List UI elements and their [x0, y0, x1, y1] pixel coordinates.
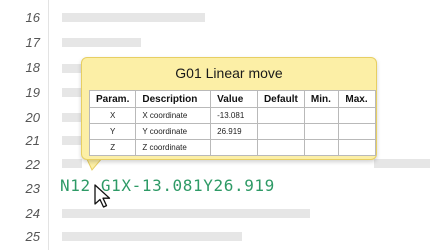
line-number: 23	[25, 181, 40, 196]
line-number: 20	[25, 110, 40, 125]
table-cell-min	[303, 139, 340, 156]
mouse-pointer-icon	[94, 184, 114, 212]
code-line-placeholder	[62, 159, 82, 168]
table-row: Y Y coordinate 26.919	[88, 123, 376, 140]
table-cell-description: Z coordinate	[135, 139, 212, 156]
gcode-tooltip: G01 Linear move Param. Description Value…	[81, 57, 377, 160]
table-cell-value	[210, 139, 258, 156]
table-header-row: Param. Description Value Default Min. Ma…	[88, 90, 376, 108]
line-number-gutter: 16 17 18 19 20 21 22 23 24 25	[0, 0, 48, 250]
table-cell-min	[303, 107, 340, 124]
column-header: Param.	[88, 90, 137, 108]
code-line-placeholder	[62, 113, 82, 122]
table-row: X X coordinate -13.081	[88, 107, 376, 124]
line-number: 16	[25, 10, 40, 25]
table-cell-description: Y coordinate	[135, 123, 212, 140]
column-header: Default	[256, 90, 305, 108]
code-line-placeholder	[62, 13, 205, 22]
table-cell-max	[338, 123, 376, 140]
code-line-placeholder	[374, 159, 430, 168]
column-header: Min.	[303, 90, 340, 108]
table-cell-min	[303, 123, 340, 140]
table-cell-param: Z	[88, 139, 137, 156]
column-header: Description	[135, 90, 212, 108]
line-number: 18	[25, 60, 40, 75]
table-cell-default	[256, 107, 305, 124]
column-header: Value	[210, 90, 258, 108]
table-row: Z Z coordinate	[88, 139, 376, 156]
table-cell-max	[338, 107, 376, 124]
code-line-placeholder	[62, 88, 82, 97]
code-line-placeholder	[62, 38, 141, 47]
line-number: 22	[25, 157, 40, 172]
code-line-placeholder	[62, 136, 82, 145]
line-number: 25	[25, 229, 40, 244]
table-cell-default	[256, 139, 305, 156]
parameters-table: Param. Description Value Default Min. Ma…	[88, 90, 376, 156]
table-cell-param: Y	[88, 123, 137, 140]
table-cell-max	[338, 139, 376, 156]
line-number: 17	[25, 35, 40, 50]
line-number: 19	[25, 85, 40, 100]
line-number: 24	[25, 206, 40, 221]
table-cell-value: 26.919	[210, 123, 258, 140]
line-number: 21	[25, 133, 40, 148]
code-line-n12[interactable]: N12 G1X-13.081Y26.919	[60, 176, 275, 195]
table-cell-description: X coordinate	[135, 107, 212, 124]
table-cell-default	[256, 123, 305, 140]
code-line-placeholder	[62, 232, 242, 241]
gutter-divider	[48, 0, 49, 250]
table-cell-value: -13.081	[210, 107, 258, 124]
tooltip-title: G01 Linear move	[175, 65, 283, 81]
code-line-placeholder	[62, 64, 82, 73]
column-header: Max.	[338, 90, 376, 108]
table-cell-param: X	[88, 107, 137, 124]
